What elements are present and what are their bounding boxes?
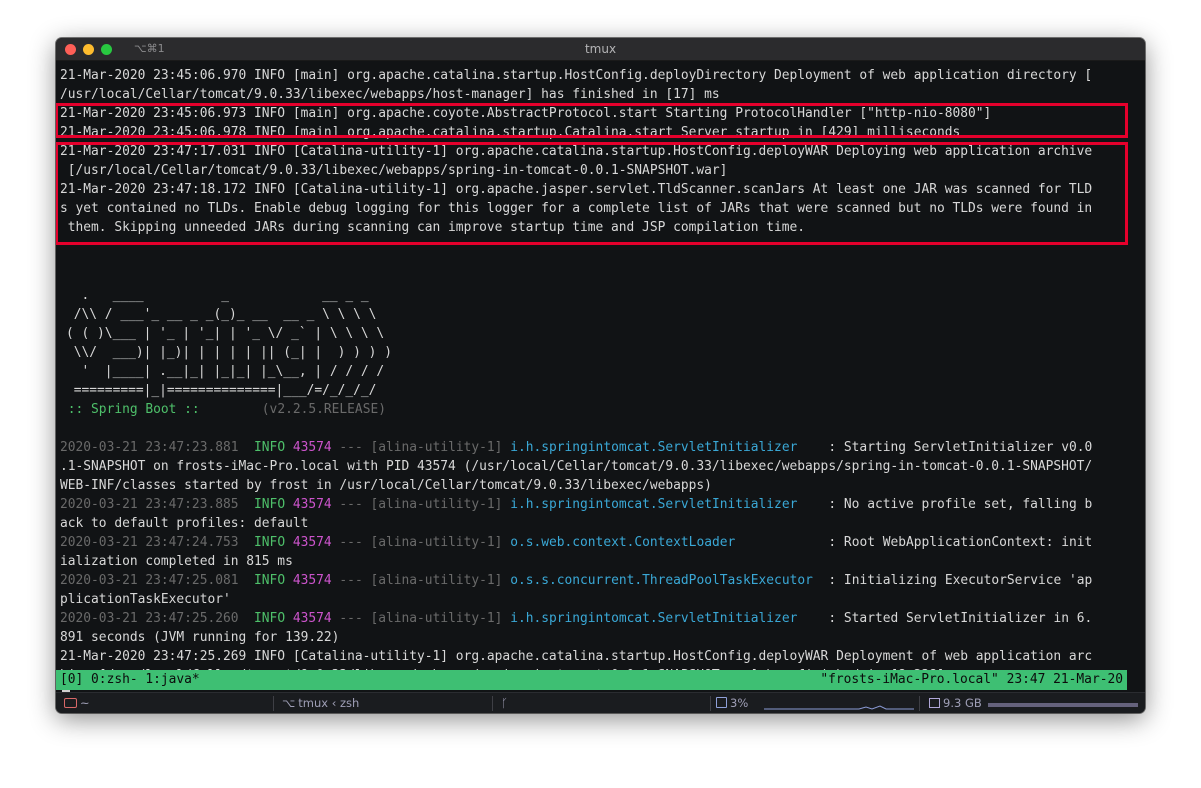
cpu-label: 3% — [730, 696, 749, 710]
log-timestamp: 2020-03-21 23:47:24.753 — [60, 535, 239, 550]
log-line: plicationTaskExecutor' — [60, 592, 231, 607]
log-logger: o.s.s.concurrent.ThreadPoolTaskExecutor — [510, 573, 813, 588]
divider — [492, 696, 493, 711]
log-level: INFO — [254, 611, 286, 626]
log-line: 21-Mar-2020 23:45:06.970 INFO [main] org… — [60, 68, 1093, 83]
git-branch-icon: ᚴ — [501, 696, 508, 710]
log-pid: 43574 — [292, 535, 332, 550]
log-thread: [alina-utility-1] — [370, 440, 503, 455]
log-message: : Root WebApplicationContext: init — [828, 535, 1093, 550]
log-timestamp: 2020-03-21 23:47:23.881 — [60, 440, 239, 455]
divider — [273, 696, 274, 711]
log-separator: --- — [339, 535, 363, 550]
spring-log-line: 2020-03-21 23:47:25.081 INFO 43574 --- [… — [60, 571, 1092, 590]
log-timestamp: 2020-03-21 23:47:25.081 — [60, 573, 239, 588]
log-pid: 43574 — [292, 573, 332, 588]
log-logger: i.h.springintomcat.ServletInitializer — [510, 497, 798, 512]
log-line: ialization completed in 815 ms — [60, 554, 293, 569]
log-message: : No active profile set, falling b — [828, 497, 1093, 512]
session-segment[interactable]: ⌥ tmux ‹ zsh — [282, 693, 359, 713]
log-line: ack to default profiles: default — [60, 516, 309, 531]
git-branch-segment[interactable]: ᚴ — [501, 693, 511, 713]
log-pid: 43574 — [292, 497, 332, 512]
log-logger: i.h.springintomcat.ServletInitializer — [510, 440, 798, 455]
title-bar: ⌥⌘1 tmux — [56, 38, 1145, 61]
log-separator: --- — [339, 497, 363, 512]
divider — [710, 696, 711, 711]
log-line: 21-Mar-2020 23:47:17.031 INFO [Catalina-… — [60, 144, 1093, 159]
log-logger: o.s.web.context.ContextLoader — [510, 535, 736, 550]
tmux-window-list[interactable]: [0] 0:zsh- 1:java* — [60, 670, 200, 690]
divider — [919, 696, 920, 711]
log-timestamp: 2020-03-21 23:47:25.260 — [60, 611, 239, 626]
folder-icon — [64, 698, 77, 708]
log-thread: [alina-utility-1] — [370, 573, 503, 588]
log-line: 891 seconds (JVM running for 139.22) — [60, 630, 340, 645]
cpu-sparkline — [764, 705, 914, 710]
directory-segment[interactable]: ~ — [64, 693, 90, 713]
log-separator: --- — [339, 573, 363, 588]
log-thread: [alina-utility-1] — [370, 611, 503, 626]
cpu-segment: 3% — [716, 693, 748, 713]
log-line: .1-SNAPSHOT on frosts-iMac-Pro.local wit… — [60, 459, 1093, 474]
log-pid: 43574 — [292, 611, 332, 626]
spring-log-line: 2020-03-21 23:47:24.753 INFO 43574 --- [… — [60, 533, 1092, 552]
memory-sparkline — [988, 703, 1138, 707]
spring-log-line: 2020-03-21 23:47:23.881 INFO 43574 --- [… — [60, 438, 1092, 457]
tmux-icon: ⌥ — [282, 696, 296, 710]
log-separator: --- — [339, 611, 363, 626]
log-thread: [alina-utility-1] — [370, 497, 503, 512]
cpu-icon — [716, 697, 727, 708]
log-level: INFO — [254, 573, 286, 588]
log-line: them. Skipping unneeded JARs during scan… — [60, 220, 806, 235]
log-message: : Started ServletInitializer in 6. — [828, 611, 1093, 626]
bottom-info-bar: ~ ⌥ tmux ‹ zsh ᚴ 3% 9.3 GB — [56, 692, 1145, 713]
window-title: tmux — [584, 42, 617, 56]
log-line: 21-Mar-2020 23:47:18.172 INFO [Catalina-… — [60, 182, 1093, 197]
tmux-host-clock: "frosts-iMac-Pro.local" 23:47 21-Mar-20 — [820, 672, 1123, 687]
log-timestamp: 2020-03-21 23:47:23.885 — [60, 497, 239, 512]
log-level: INFO — [254, 535, 286, 550]
memory-icon — [929, 698, 940, 708]
log-message: : Initializing ExecutorService 'ap — [828, 573, 1093, 588]
terminal-output[interactable]: 21-Mar-2020 23:45:06.970 INFO [main] org… — [56, 64, 1135, 697]
log-message: : Starting ServletInitializer v0.0 — [828, 440, 1093, 455]
directory-label: ~ — [80, 696, 90, 710]
log-separator: --- — [339, 440, 363, 455]
spring-boot-label-line: :: Spring Boot :: (v2.2.5.RELEASE) — [60, 400, 386, 419]
spring-log-line: 2020-03-21 23:47:25.260 INFO 43574 --- [… — [60, 609, 1092, 628]
log-pid: 43574 — [292, 440, 332, 455]
log-line: /usr/local/Cellar/tomcat/9.0.33/libexec/… — [60, 87, 720, 102]
log-level: INFO — [254, 497, 286, 512]
spring-boot-version: (v2.2.5.RELEASE) — [261, 402, 386, 417]
log-line: [/usr/local/Cellar/tomcat/9.0.33/libexec… — [60, 163, 728, 178]
log-line: 21-Mar-2020 23:45:06.973 INFO [main] org… — [60, 106, 992, 121]
log-level: INFO — [254, 440, 286, 455]
log-thread: [alina-utility-1] — [370, 535, 503, 550]
log-line: WEB-INF/classes started by frost in /usr… — [60, 478, 712, 493]
tmux-status-bar: [0] 0:zsh- 1:java* "frosts-iMac-Pro.loca… — [56, 670, 1127, 690]
session-label: tmux ‹ zsh — [298, 696, 360, 710]
spring-boot-banner: . ____ _ __ _ _ /\\ / ___'_ __ _ _(_)_ _… — [66, 288, 392, 398]
spring-log-line: 2020-03-21 23:47:23.885 INFO 43574 --- [… — [60, 495, 1092, 514]
log-line: 21-Mar-2020 23:47:25.269 INFO [Catalina-… — [60, 649, 1093, 664]
log-line: s yet contained no TLDs. Enable debug lo… — [60, 201, 1093, 216]
log-line: 21-Mar-2020 23:45:06.978 INFO [main] org… — [60, 125, 961, 140]
memory-segment: 9.3 GB — [929, 693, 982, 713]
terminal-window: ⌥⌘1 tmux 21-Mar-2020 23:45:06.970 INFO [… — [56, 38, 1145, 713]
memory-label: 9.3 GB — [943, 696, 982, 710]
spring-boot-label: :: Spring Boot :: — [60, 402, 200, 417]
log-logger: i.h.springintomcat.ServletInitializer — [510, 611, 798, 626]
